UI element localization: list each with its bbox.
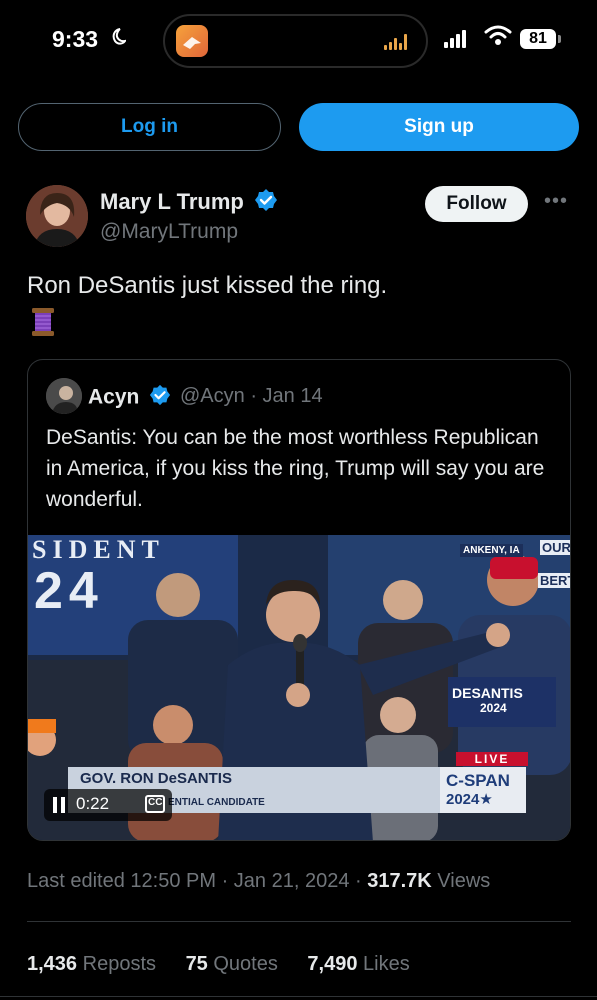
live-activity-app-icon — [176, 25, 208, 57]
author-name[interactable]: Mary L Trump — [100, 189, 244, 214]
quote-author-name[interactable]: Acyn — [88, 386, 139, 409]
focus-moon-icon — [110, 28, 128, 51]
quote-handle-date: @Acyn · Jan 14 — [180, 385, 323, 407]
closed-captions-button[interactable]: CC — [145, 795, 165, 813]
pause-icon[interactable] — [52, 796, 66, 819]
follow-button[interactable]: Follow — [425, 186, 528, 222]
banner-text-right: OUR — [540, 540, 571, 555]
location-tag: ANKENY, IA — [460, 544, 523, 557]
network-logo: C-SPAN — [446, 771, 510, 790]
battery-cap — [558, 35, 561, 43]
thread-spool-icon — [27, 306, 59, 338]
network-year: 2024★ — [446, 791, 493, 808]
sign-year: 2024 — [480, 701, 507, 715]
tweet-text: Ron DeSantis just kissed the ring. — [27, 272, 388, 299]
quote-avatar[interactable] — [46, 378, 82, 414]
quoted-tweet-card[interactable]: Acyn @Acyn · Jan 14 DeSantis: You can be… — [27, 359, 571, 841]
edited-timestamp[interactable]: Last edited 12:50 PM · Jan 21, 2024 · — [27, 870, 367, 892]
status-time: 9:33 — [52, 26, 99, 52]
author-handle[interactable]: @MaryLTrump — [100, 220, 238, 244]
banner-number: 24 — [34, 562, 104, 620]
battery-indicator: 81 — [520, 29, 556, 49]
verified-badge-icon — [149, 384, 171, 412]
lower-third-title: ENTIAL CANDIDATE — [168, 797, 265, 808]
wifi-icon — [484, 24, 512, 51]
divider — [0, 996, 597, 997]
reposts-stat[interactable]: 1,436 Reposts — [27, 953, 156, 975]
video-player[interactable]: SIDENT 24 ANKENY, IA OUR BERT DESANTIS 2… — [28, 535, 571, 840]
author-name-row[interactable]: Mary L Trump — [100, 188, 278, 218]
avatar[interactable] — [26, 185, 88, 247]
signup-button[interactable]: Sign up — [299, 103, 579, 151]
banner-text-right-2: BERT — [538, 573, 570, 588]
views-count: 317.7K — [367, 870, 432, 892]
lower-third-name: GOV. RON DeSANTIS — [80, 770, 232, 787]
divider — [27, 921, 571, 922]
cellular-signal-icon — [444, 30, 468, 48]
more-options-icon[interactable]: ••• — [544, 190, 568, 213]
tweet-meta: Last edited 12:50 PM · Jan 21, 2024 · 31… — [27, 870, 490, 893]
video-timestamp: 0:22 — [76, 794, 110, 813]
live-badge: LIVE — [456, 752, 528, 766]
login-button[interactable]: Log in — [18, 103, 281, 151]
audio-waveform-icon — [384, 32, 409, 50]
likes-stat[interactable]: 7,490 Likes — [307, 953, 409, 975]
quote-text: DeSantis: You can be the most worthless … — [46, 426, 545, 511]
engagement-stats: 1,436 Reposts 75 Quotes 7,490 Likes — [27, 953, 434, 976]
sign-desantis: DESANTIS — [452, 685, 523, 701]
verified-badge-icon — [254, 188, 278, 218]
quote-author-row[interactable]: Acyn — [88, 384, 171, 412]
quotes-stat[interactable]: 75 Quotes — [186, 953, 278, 975]
views-label: Views — [431, 870, 491, 892]
closed-captions-icon: CC — [148, 797, 163, 808]
